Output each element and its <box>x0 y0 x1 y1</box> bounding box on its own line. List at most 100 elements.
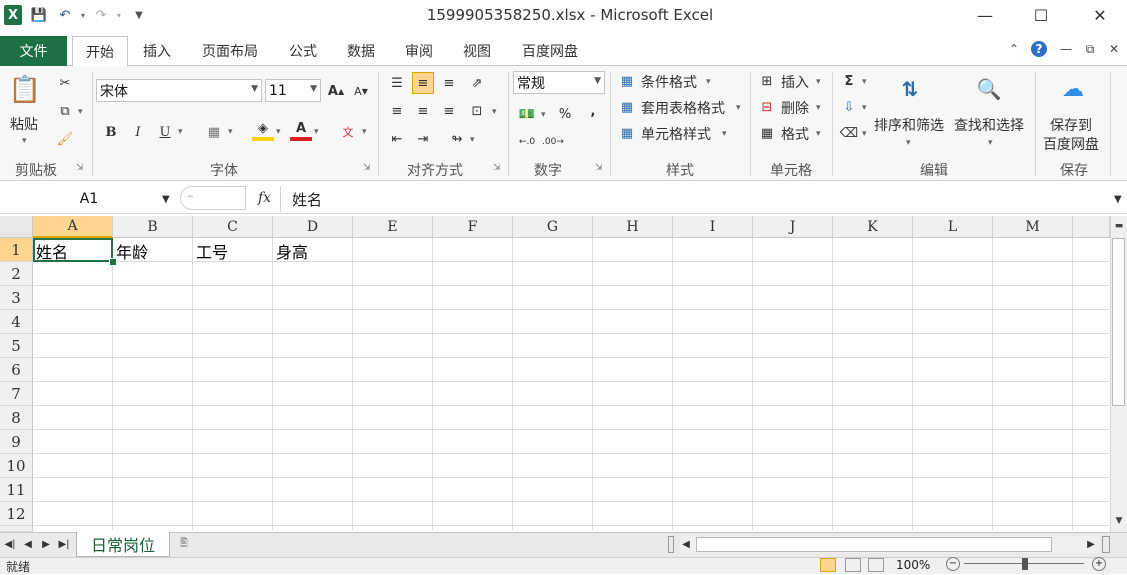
font-launcher-icon[interactable]: ⇲ <box>363 163 373 173</box>
clipboard-launcher-icon[interactable]: ⇲ <box>76 163 86 173</box>
sheet-tab-active[interactable]: 日常岗位 <box>76 532 170 557</box>
alignment-launcher-icon[interactable]: ⇲ <box>493 163 503 173</box>
row-header[interactable]: 7 <box>0 382 33 406</box>
scroll-down-icon[interactable]: ▼ <box>1113 516 1125 530</box>
prev-sheet-icon[interactable]: ◀ <box>20 535 36 553</box>
orientation-icon[interactable]: ⇗ <box>466 72 488 94</box>
next-sheet-icon[interactable]: ▶ <box>38 535 54 553</box>
underline-button[interactable]: U <box>154 121 176 143</box>
column-header[interactable]: C <box>193 216 273 238</box>
sort-filter-dropdown-icon[interactable]: ▾ <box>906 138 911 148</box>
align-left-icon[interactable]: ≡ <box>386 100 408 122</box>
comma-style-button[interactable]: , <box>582 100 604 122</box>
row-header[interactable]: 6 <box>0 358 33 382</box>
cell-c1[interactable]: 工号 <box>193 240 273 262</box>
h-split-handle[interactable] <box>1102 536 1110 553</box>
help-icon[interactable]: ? <box>1031 41 1047 57</box>
redo-dropdown-icon[interactable]: ▾ <box>110 6 128 24</box>
name-box[interactable]: A1 <box>2 188 176 210</box>
font-name-select[interactable]: 宋体 ▼ <box>96 79 262 102</box>
align-center-icon[interactable]: ≡ <box>412 100 434 122</box>
save-icon[interactable]: 💾 <box>30 6 48 24</box>
cell-d1[interactable]: 身高 <box>273 240 353 262</box>
autosum-dropdown-icon[interactable]: ▾ <box>862 77 867 87</box>
undo-icon[interactable]: ↶ <box>56 6 74 24</box>
collapse-ribbon-icon[interactable]: ⌃ <box>1005 40 1023 58</box>
workbook-close-icon[interactable]: ✕ <box>1105 40 1123 58</box>
font-size-select[interactable]: 11 ▼ <box>265 79 321 102</box>
text-direction-dropdown-icon[interactable]: ▾ <box>470 135 475 145</box>
number-launcher-icon[interactable]: ⇲ <box>595 163 605 173</box>
redo-icon[interactable]: ↷ <box>92 6 110 24</box>
copy-dropdown-icon[interactable]: ▾ <box>78 107 83 117</box>
column-header[interactable]: G <box>513 216 593 238</box>
row-header[interactable]: 9 <box>0 430 33 454</box>
tab-insert[interactable]: 插入 <box>132 36 182 66</box>
maximize-button[interactable]: ☐ <box>1026 4 1056 26</box>
scroll-right-icon[interactable]: ▶ <box>1084 535 1098 553</box>
tab-split-handle[interactable] <box>668 536 674 553</box>
format-as-table-dropdown-icon[interactable]: ▾ <box>736 103 741 113</box>
row-header[interactable]: 4 <box>0 310 33 334</box>
select-all-corner[interactable] <box>0 216 33 238</box>
column-header[interactable]: K <box>833 216 913 238</box>
delete-dropdown-icon[interactable]: ▾ <box>816 103 821 113</box>
clear-icon[interactable]: ⌫ <box>838 122 860 144</box>
paste-label[interactable]: 粘贴 <box>10 114 38 134</box>
expand-formula-bar-icon[interactable]: ▼ <box>1114 194 1122 205</box>
fill-color-icon[interactable]: ◈ <box>252 119 274 141</box>
underline-dropdown-icon[interactable]: ▾ <box>178 127 183 137</box>
conditional-format-dropdown-icon[interactable]: ▾ <box>706 77 711 87</box>
formula-input[interactable]: 姓名 <box>292 188 322 210</box>
tab-home[interactable]: 开始 <box>72 36 128 67</box>
row-header[interactable]: 8 <box>0 406 33 430</box>
workbook-minimize-icon[interactable]: — <box>1057 40 1075 58</box>
fill-color-dropdown-icon[interactable]: ▾ <box>276 127 281 137</box>
tab-page-layout[interactable]: 页面布局 <box>190 36 270 66</box>
align-right-icon[interactable]: ≡ <box>438 100 460 122</box>
borders-dropdown-icon[interactable]: ▾ <box>228 127 233 137</box>
font-color-button[interactable]: A <box>290 119 312 141</box>
row-header[interactable]: 12 <box>0 502 33 526</box>
tab-view[interactable]: 视图 <box>452 36 502 66</box>
format-as-table-icon[interactable]: ▦ <box>618 98 636 116</box>
format-cells-button[interactable]: 格式 <box>781 124 809 144</box>
copy-icon[interactable]: ⧉ <box>54 100 76 122</box>
minimize-button[interactable]: — <box>970 4 1000 26</box>
column-header[interactable]: B <box>113 216 193 238</box>
normal-view-icon[interactable] <box>820 558 836 572</box>
decrease-indent-icon[interactable]: ⇤ <box>386 128 408 150</box>
first-sheet-icon[interactable]: ◀| <box>2 535 18 553</box>
fill-dropdown-icon[interactable]: ▾ <box>862 103 867 113</box>
undo-dropdown-icon[interactable]: ▾ <box>74 6 92 24</box>
column-header[interactable]: H <box>593 216 673 238</box>
find-select-button[interactable]: 查找和选择 <box>954 115 1024 135</box>
cell-grid[interactable] <box>33 238 1110 530</box>
insert-cells-icon[interactable]: ⊞ <box>758 72 776 90</box>
column-header[interactable]: F <box>433 216 513 238</box>
insert-sheet-icon[interactable]: 🖺 <box>174 535 194 553</box>
conditional-format-button[interactable]: 条件格式 <box>641 72 697 92</box>
column-header[interactable]: A <box>33 216 113 238</box>
tab-data[interactable]: 数据 <box>336 36 386 66</box>
tab-baidu-netdisk[interactable]: 百度网盘 <box>510 36 590 66</box>
font-color-dropdown-icon[interactable]: ▾ <box>314 127 319 137</box>
sort-filter-button[interactable]: 排序和筛选 <box>874 115 944 135</box>
fill-handle[interactable] <box>109 258 117 266</box>
zoom-in-icon[interactable]: + <box>1092 557 1106 571</box>
format-as-table-button[interactable]: 套用表格格式 <box>641 98 725 118</box>
row-header[interactable]: 10 <box>0 454 33 478</box>
shrink-font-button[interactable]: A ▼ <box>350 80 372 102</box>
row-header[interactable]: 11 <box>0 478 33 502</box>
increase-indent-icon[interactable]: ⇥ <box>412 128 434 150</box>
borders-icon[interactable]: ▦ <box>203 121 225 143</box>
accounting-dropdown-icon[interactable]: ▾ <box>541 110 546 120</box>
row-header[interactable]: 1 <box>0 238 33 262</box>
close-button[interactable]: ✕ <box>1085 4 1115 26</box>
zoom-out-icon[interactable]: − <box>946 557 960 571</box>
tab-review[interactable]: 审阅 <box>394 36 444 66</box>
insert-dropdown-icon[interactable]: ▾ <box>816 77 821 87</box>
merge-dropdown-icon[interactable]: ▾ <box>492 107 497 117</box>
paste-icon[interactable]: 📋 <box>8 72 42 108</box>
column-header[interactable]: D <box>273 216 353 238</box>
